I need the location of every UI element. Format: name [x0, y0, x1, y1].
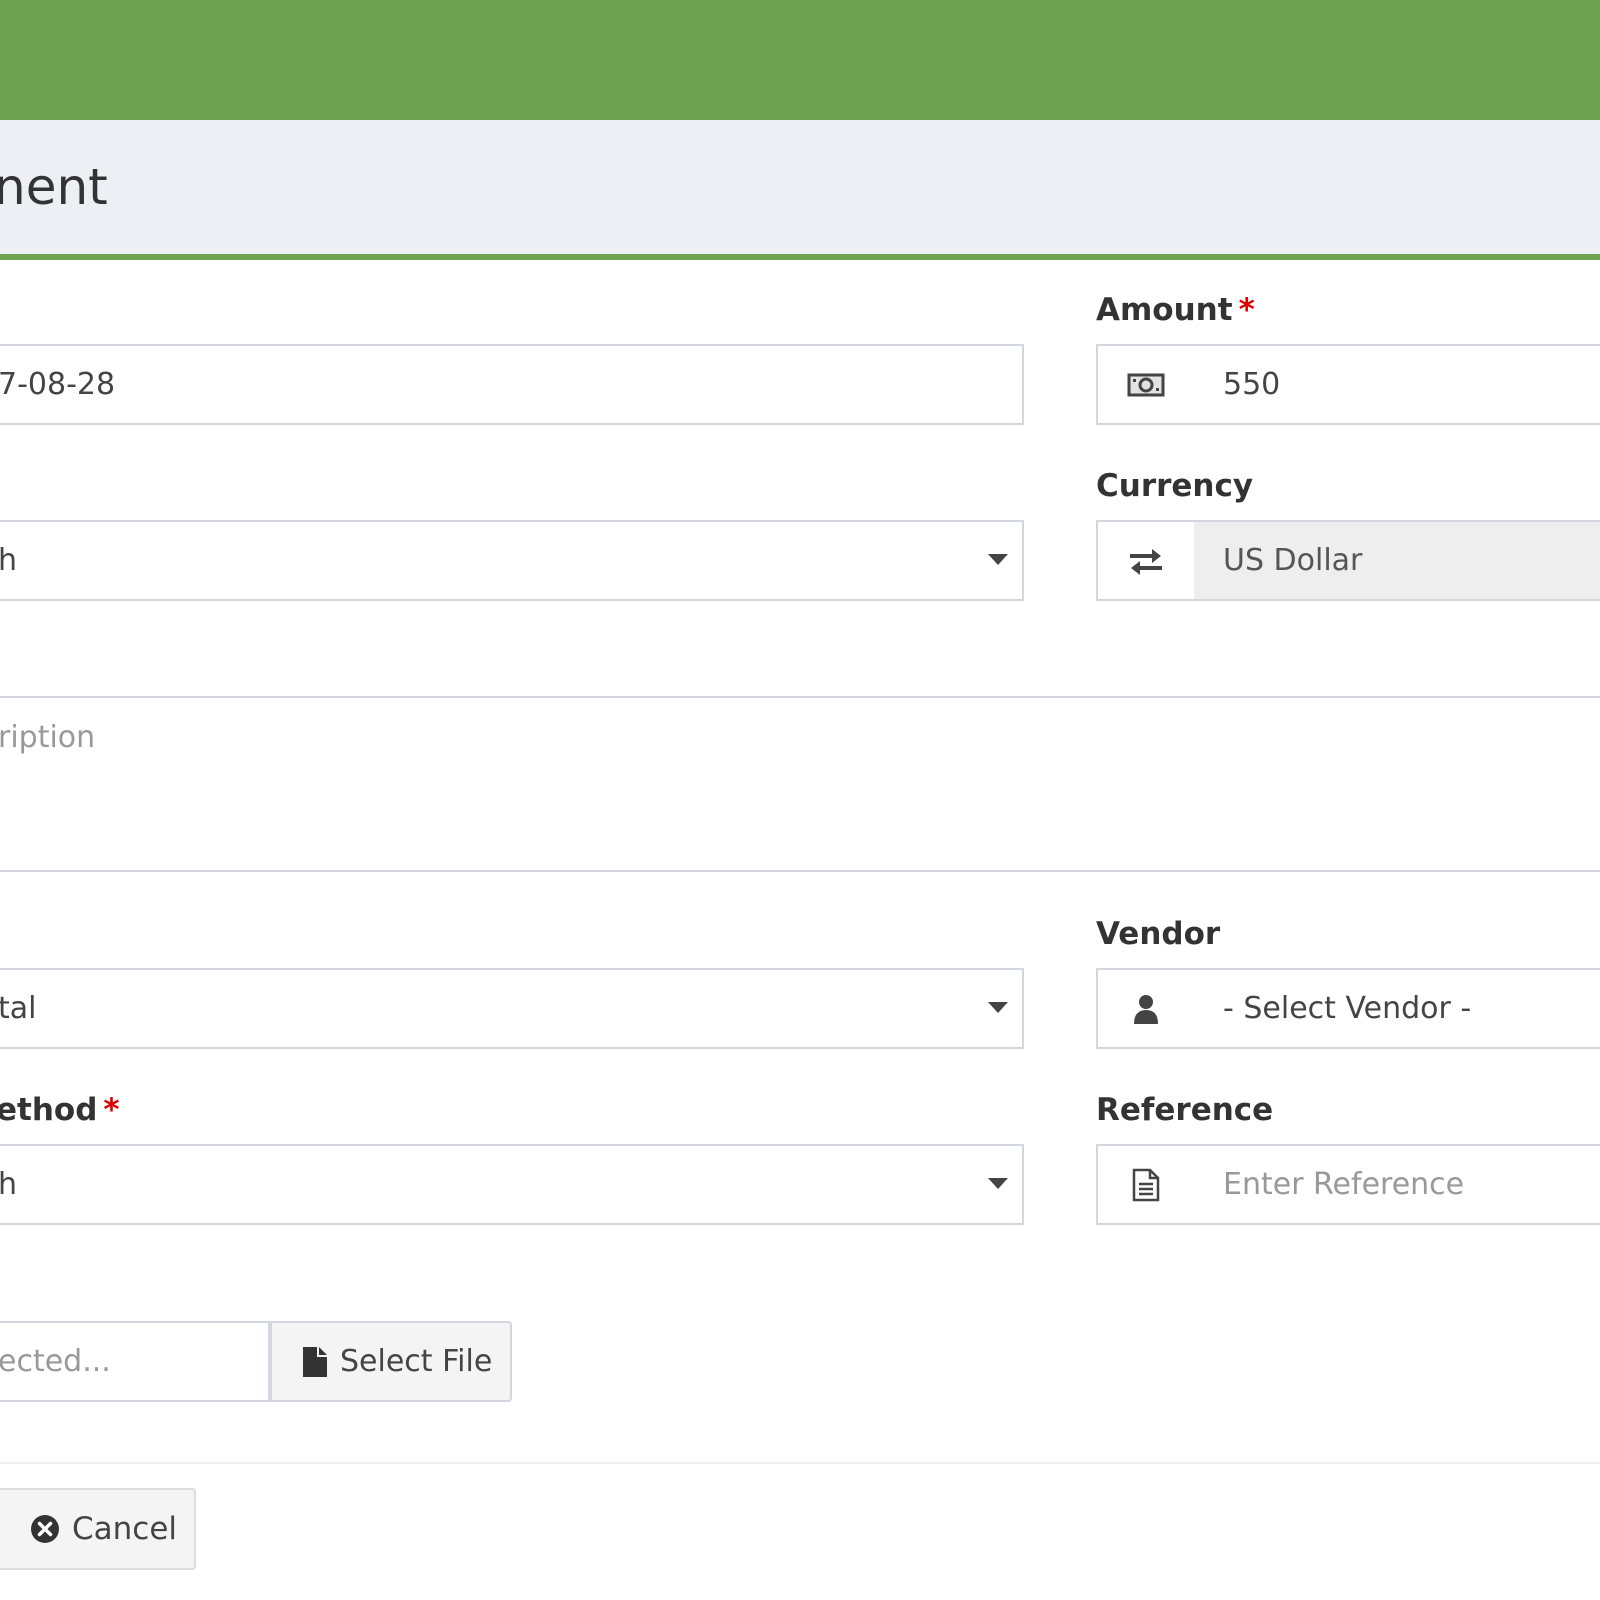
select-file-label: Select File: [340, 1344, 493, 1379]
date-field[interactable]: 7-08-28: [0, 344, 1024, 425]
reference-input[interactable]: Enter Reference: [1194, 1144, 1600, 1225]
category-select[interactable]: tal: [0, 968, 1024, 1049]
file-text-icon: [1132, 1168, 1160, 1202]
payment-method-label: ethod *: [0, 1092, 120, 1128]
vendor-label: Vendor: [1096, 916, 1221, 952]
user-icon: [1133, 994, 1159, 1024]
file-icon: [302, 1346, 328, 1378]
money-icon: [1127, 373, 1165, 397]
attachment-input[interactable]: ected...: [0, 1321, 270, 1402]
cancel-button[interactable]: Cancel: [0, 1488, 196, 1570]
account-value: h: [0, 522, 17, 599]
chevron-down-icon: [988, 1002, 1008, 1013]
category-value: tal: [0, 991, 37, 1026]
amount-addon: [1096, 344, 1196, 425]
description-textarea[interactable]: ription: [0, 696, 1600, 872]
header-accent-line: [0, 254, 1600, 260]
currency-addon: [1096, 520, 1196, 601]
cancel-label: Cancel: [72, 1511, 178, 1547]
select-file-button[interactable]: Select File: [270, 1321, 512, 1402]
exchange-icon: [1128, 547, 1164, 575]
footer-divider: [0, 1462, 1600, 1464]
currency-input[interactable]: US Dollar: [1194, 520, 1600, 601]
page-header: [0, 120, 1600, 254]
vendor-addon: [1096, 968, 1196, 1049]
date-value: 7-08-28: [0, 367, 116, 402]
currency-label: Currency: [1096, 468, 1254, 504]
payment-method-select[interactable]: h: [0, 1144, 1024, 1225]
amount-label: Amount *: [1096, 292, 1255, 328]
chevron-down-icon: [988, 1178, 1008, 1189]
description-placeholder: ription: [0, 720, 96, 755]
reference-addon: [1096, 1144, 1196, 1225]
reference-label: Reference: [1096, 1092, 1274, 1128]
payment-method-value: h: [0, 1146, 17, 1223]
vendor-select[interactable]: - Select Vendor -: [1194, 968, 1600, 1049]
required-mark: *: [1238, 292, 1255, 328]
chevron-down-icon: [988, 554, 1008, 565]
account-select[interactable]: h: [0, 520, 1024, 601]
required-mark: *: [103, 1092, 120, 1128]
top-navbar: [0, 0, 1600, 120]
times-circle-icon: [30, 1514, 60, 1544]
amount-input[interactable]: 550: [1194, 344, 1600, 425]
attachment-placeholder: ected...: [0, 1344, 111, 1379]
page-title: nent: [0, 158, 108, 216]
